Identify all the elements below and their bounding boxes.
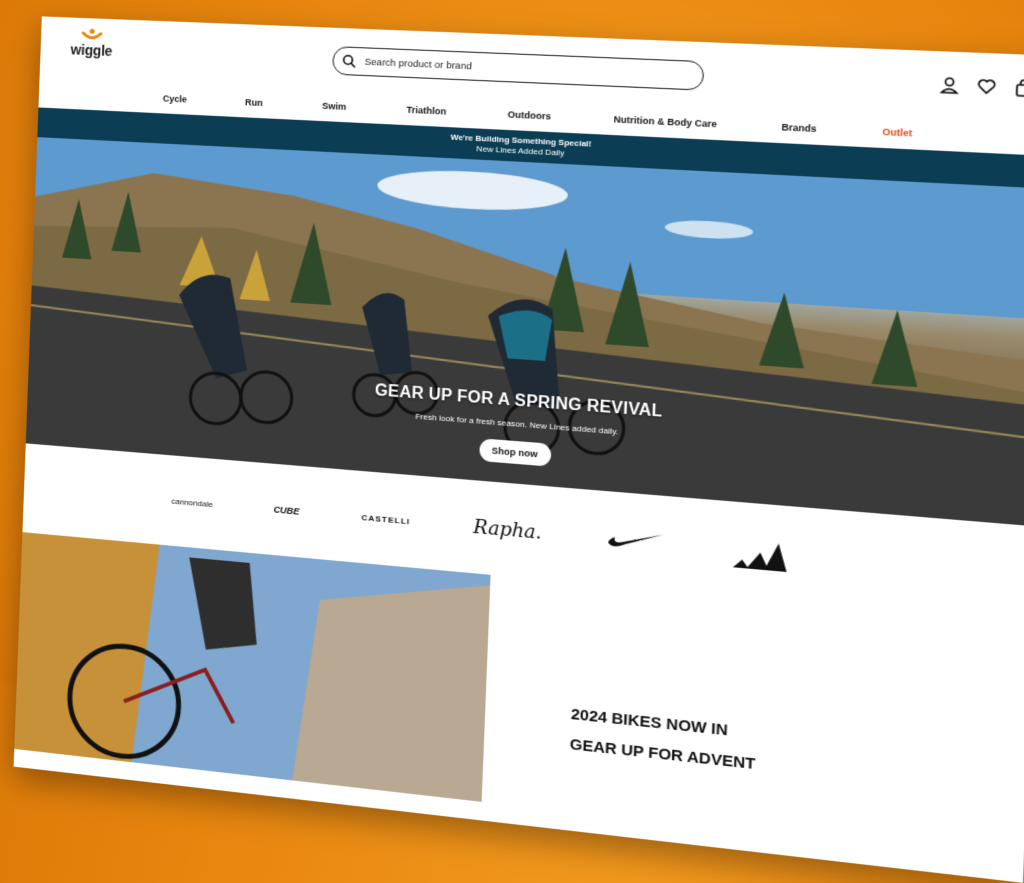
nav-brands[interactable]: Brands [781, 122, 816, 134]
nav-nutrition[interactable]: Nutrition & Body Care [614, 114, 718, 129]
brand-rapha[interactable]: Rapha. [473, 516, 542, 544]
promo-heading: 2024 BIKES NOW IN [571, 705, 757, 742]
bag-icon[interactable] [1013, 78, 1024, 98]
promo-image[interactable] [14, 532, 490, 802]
search-input[interactable] [362, 55, 687, 82]
nav-swim[interactable]: Swim [322, 101, 347, 112]
brand-castelli[interactable]: CASTELLI [361, 512, 410, 525]
brand-cannondale[interactable]: cannondale [171, 496, 213, 509]
nav-cycle[interactable]: Cycle [163, 93, 187, 104]
account-icon[interactable] [939, 75, 961, 95]
heart-icon[interactable] [976, 77, 998, 97]
logo-mark-icon [79, 28, 105, 43]
nav-triathlon[interactable]: Triathlon [406, 105, 446, 117]
nike-swoosh-icon[interactable] [606, 528, 666, 554]
nav-run[interactable]: Run [245, 97, 263, 108]
search-icon[interactable] [342, 54, 357, 69]
search-bar[interactable] [332, 46, 704, 91]
site-logo[interactable]: wiggle [62, 27, 122, 59]
nav-outdoors[interactable]: Outdoors [508, 109, 552, 121]
nav-outlet[interactable]: Outlet [882, 126, 912, 138]
header-icons [939, 75, 1024, 99]
promo-subheading: GEAR UP FOR ADVENT [569, 736, 755, 774]
adidas-logo-icon[interactable] [731, 531, 788, 572]
logo-text: wiggle [62, 41, 121, 59]
brand-cube[interactable]: CUBE [273, 504, 299, 516]
browser-page: wiggle Cycle Run Swim Tr [14, 16, 1024, 882]
promo-text: 2024 BIKES NOW IN GEAR UP FOR ADVENT [569, 705, 757, 773]
